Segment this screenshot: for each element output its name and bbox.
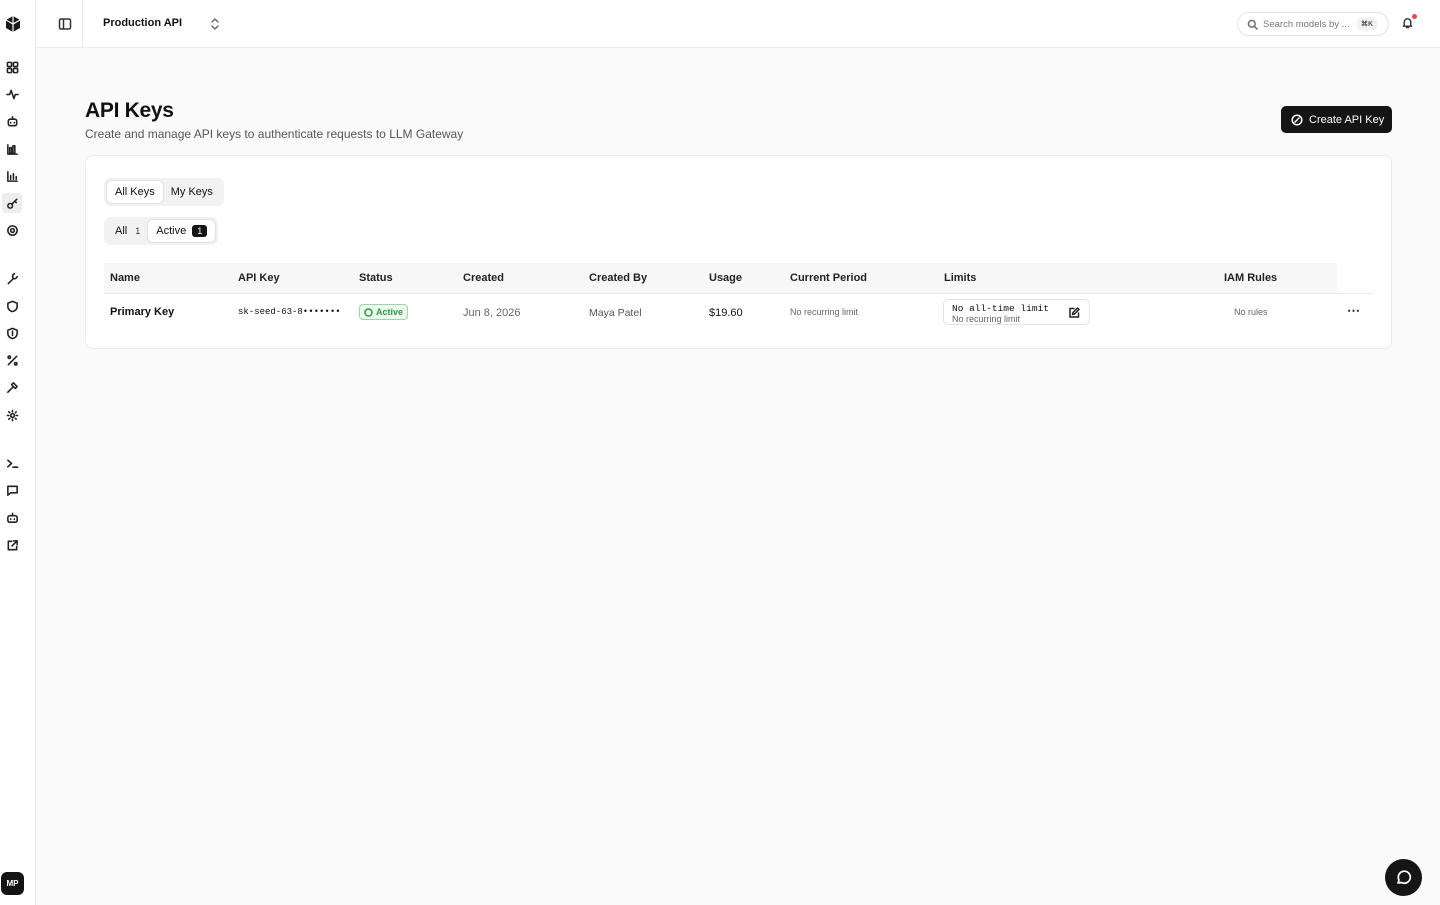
edit-icon[interactable] bbox=[1068, 306, 1081, 319]
activity-icon[interactable] bbox=[5, 87, 19, 101]
search-input[interactable]: Search models by ... ⌘K bbox=[1237, 12, 1389, 36]
col-created[interactable]: Created bbox=[463, 272, 504, 284]
tab-all-label: All bbox=[115, 225, 128, 237]
dashboard-icon[interactable] bbox=[5, 60, 19, 74]
settings-icon[interactable] bbox=[5, 223, 19, 237]
shortcut-hint: ⌘K bbox=[1357, 18, 1378, 30]
shield-check-icon[interactable] bbox=[5, 326, 19, 340]
key-name[interactable]: Primary Key bbox=[110, 306, 174, 318]
bot-icon[interactable] bbox=[5, 114, 19, 128]
gear-icon[interactable] bbox=[5, 408, 19, 422]
tab-all[interactable]: All 1 bbox=[107, 220, 148, 242]
col-iam-rules[interactable]: IAM Rules bbox=[1224, 272, 1277, 284]
plus-circle-icon bbox=[1291, 113, 1303, 126]
divider bbox=[82, 0, 83, 48]
api-key-value[interactable]: sk-seed-63-8••••••• bbox=[238, 307, 341, 317]
status-badge: Active bbox=[359, 304, 409, 320]
limit-recurring: No recurring limit bbox=[952, 314, 1021, 324]
more-actions-icon[interactable]: ⋯ bbox=[1343, 302, 1365, 320]
tab-active[interactable]: Active 1 bbox=[148, 220, 216, 242]
col-status[interactable]: Status bbox=[359, 272, 393, 284]
divider bbox=[104, 293, 1373, 294]
create-api-key-label: Create API Key bbox=[1309, 113, 1385, 126]
created-date: Jun 8, 2026 bbox=[463, 307, 521, 319]
check-circle-icon bbox=[364, 307, 373, 317]
wrench-icon[interactable] bbox=[5, 271, 19, 285]
table-header: Name API Key Status Created Created By U… bbox=[104, 263, 1337, 293]
usage-value: $19.60 bbox=[709, 307, 743, 319]
avatar[interactable]: MP bbox=[1, 872, 24, 895]
hammer-icon[interactable] bbox=[5, 380, 19, 394]
scope-tabs: All Keys My Keys bbox=[104, 178, 224, 206]
sidebar: MP bbox=[0, 0, 36, 905]
chevron-up-down-icon[interactable] bbox=[209, 17, 221, 31]
limit-all-time: No all-time limit bbox=[952, 303, 1049, 314]
chat-support-button[interactable] bbox=[1385, 859, 1422, 896]
tab-all-count: 1 bbox=[135, 226, 141, 236]
col-api-key[interactable]: API Key bbox=[238, 272, 280, 284]
create-api-key-button[interactable]: Create API Key bbox=[1281, 106, 1392, 133]
shield-icon[interactable] bbox=[5, 299, 19, 313]
col-limits[interactable]: Limits bbox=[944, 272, 976, 284]
tab-active-count: 1 bbox=[192, 225, 208, 237]
notification-dot bbox=[1411, 13, 1418, 20]
bar-chart-icon[interactable] bbox=[5, 142, 19, 156]
top-bar: Production API Search models by ... ⌘K bbox=[36, 0, 1440, 48]
external-link-icon[interactable] bbox=[5, 538, 19, 552]
chat-bubble-icon bbox=[1397, 870, 1412, 884]
status-tabs: All 1 Active 1 bbox=[104, 217, 219, 245]
api-keys-card: All Keys My Keys All 1 Active 1 Name API… bbox=[85, 155, 1392, 349]
col-usage[interactable]: Usage bbox=[709, 272, 742, 284]
col-created-by[interactable]: Created By bbox=[589, 272, 647, 284]
project-selector[interactable]: Production API bbox=[103, 17, 182, 29]
col-name[interactable]: Name bbox=[110, 272, 140, 284]
tab-all-keys[interactable]: All Keys bbox=[107, 181, 163, 203]
tab-my-keys[interactable]: My Keys bbox=[163, 181, 221, 203]
search-icon bbox=[1247, 19, 1258, 30]
message-icon[interactable] bbox=[5, 483, 19, 497]
terminal-icon[interactable] bbox=[5, 456, 19, 470]
sidebar-toggle-icon[interactable] bbox=[58, 17, 72, 31]
page-title: API Keys bbox=[85, 99, 174, 122]
chart-icon[interactable] bbox=[5, 169, 19, 183]
status-badge-label: Active bbox=[376, 307, 404, 317]
percent-icon[interactable] bbox=[5, 353, 19, 367]
limits-box: No all-time limit No recurring limit bbox=[943, 299, 1090, 325]
tab-active-label: Active bbox=[156, 225, 187, 237]
search-placeholder: Search models by ... bbox=[1263, 18, 1350, 30]
chat-bot-icon[interactable] bbox=[5, 511, 19, 525]
key-icon[interactable] bbox=[2, 193, 22, 213]
created-by: Maya Patel bbox=[589, 307, 642, 319]
iam-rules: No rules bbox=[1234, 307, 1268, 317]
logo-icon[interactable] bbox=[3, 14, 23, 34]
col-current-period[interactable]: Current Period bbox=[790, 272, 867, 284]
page-subtitle: Create and manage API keys to authentica… bbox=[85, 127, 464, 141]
current-period: No recurring limit bbox=[790, 307, 859, 317]
